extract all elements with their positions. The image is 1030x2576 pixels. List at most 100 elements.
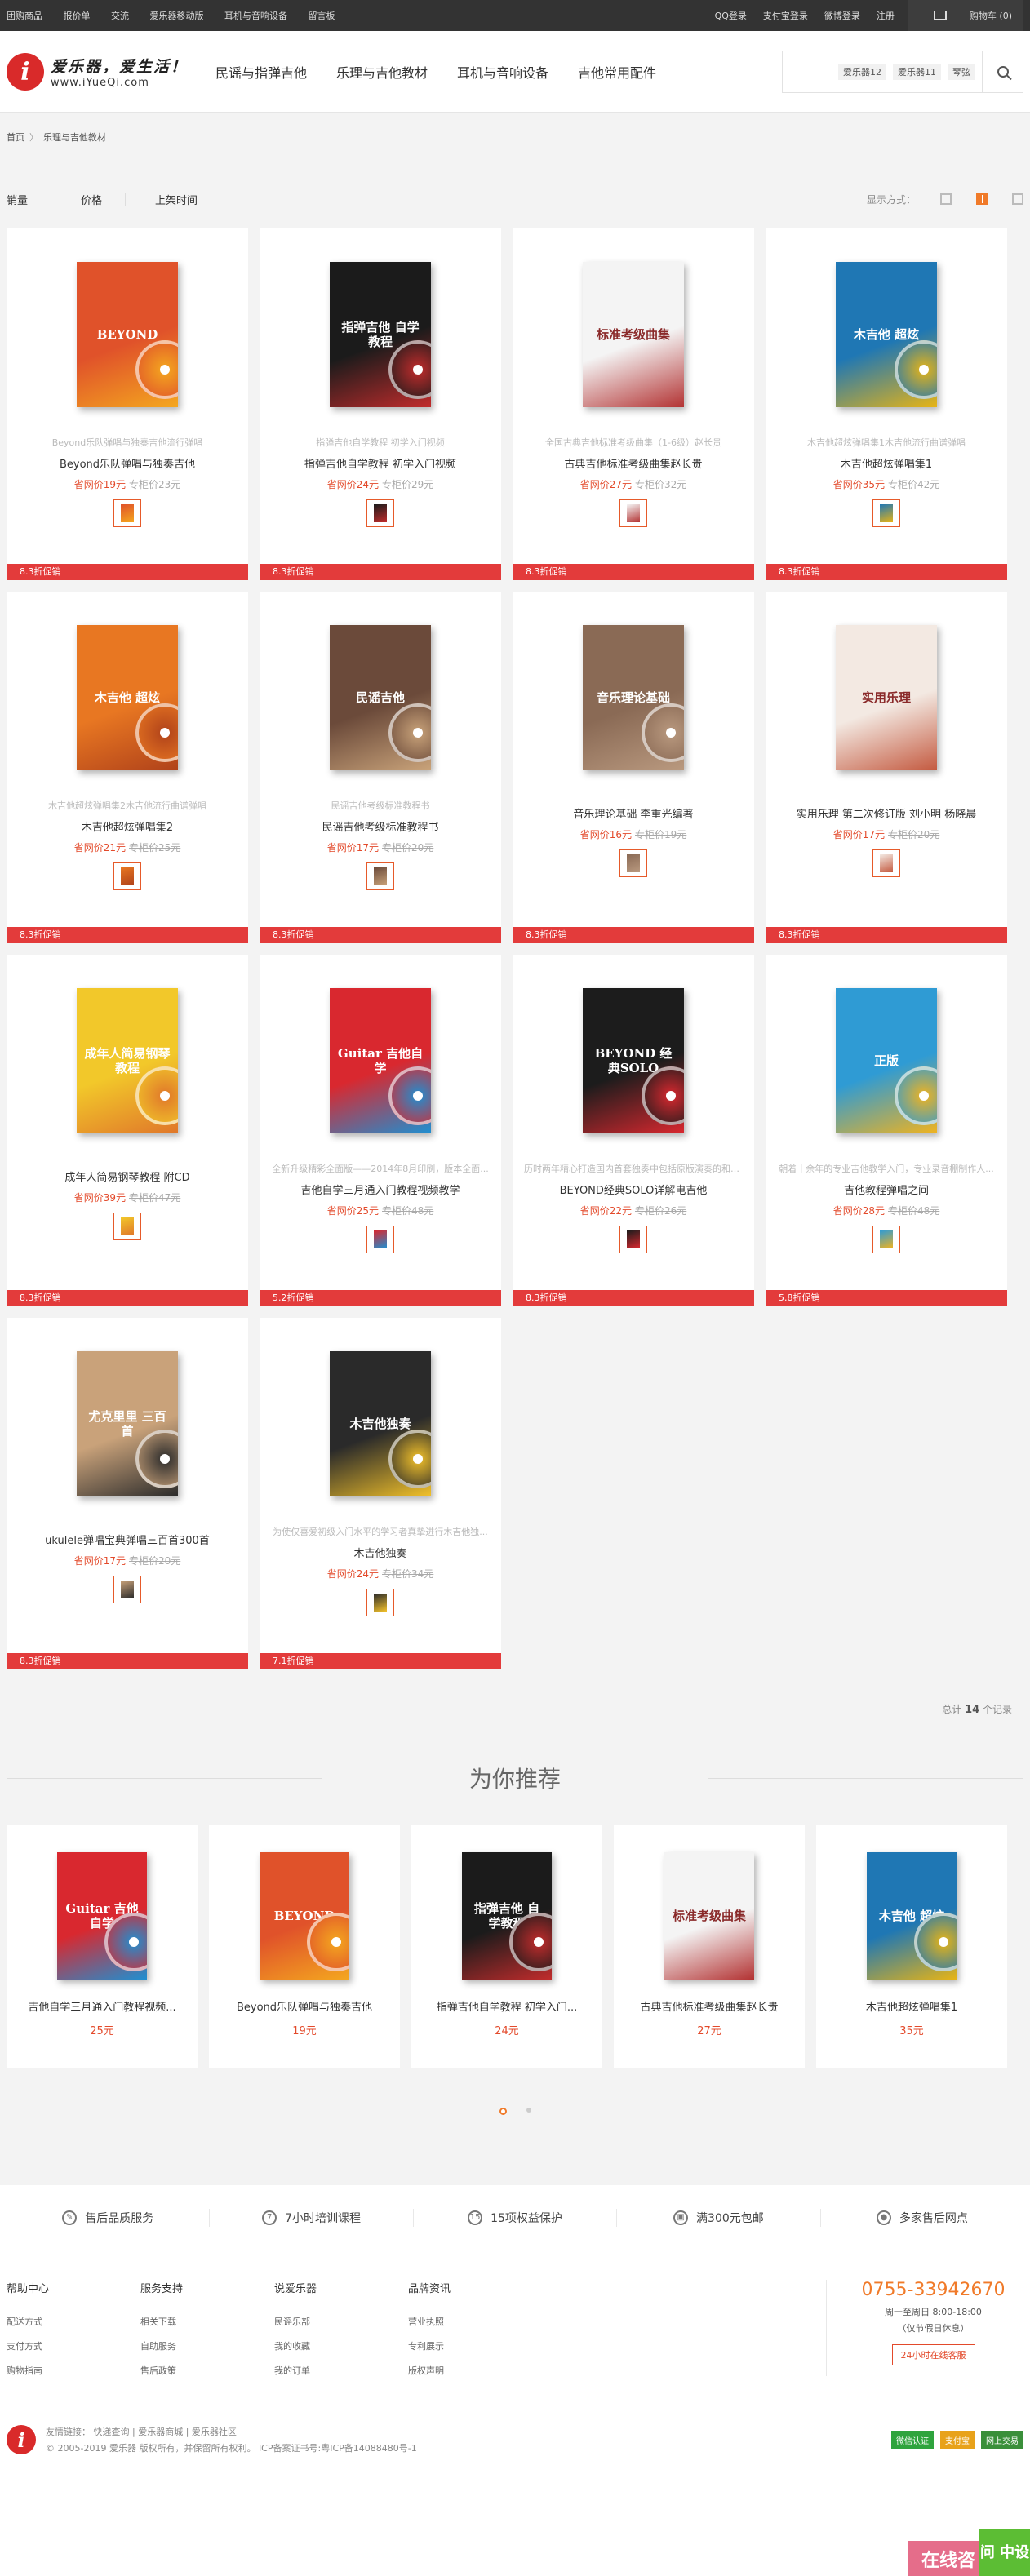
top-link[interactable]: 留言板 [309,11,335,21]
book-cover-image[interactable]: 音乐理论基础 [583,625,684,770]
product-title[interactable]: 成年人简易钢琴教程 附CD [7,1168,248,1184]
product-mini-thumb[interactable] [872,499,900,527]
footer-link[interactable]: 民谣乐部 [274,2315,408,2328]
recommend-thumbnail[interactable]: 木吉他 超炫 [816,1825,1007,1987]
book-cover-image[interactable]: 指弹吉他 自学教程 [330,262,431,407]
book-cover-image[interactable]: 木吉他 超炫 [867,1852,957,1980]
nav-item-accessories[interactable]: 吉他常用配件 [578,62,656,82]
recommend-title-text[interactable]: 古典吉他标准考级曲集赵长贵 [614,1998,805,2014]
trade-badge[interactable]: 网上交易 [981,2431,1023,2449]
sort-by-sales[interactable]: 销量 [7,192,28,207]
recommend-card[interactable]: BEYOND Beyond乐队弹唱与独奏吉他 19元 [209,1825,400,2068]
search-button[interactable] [982,51,1023,92]
product-title[interactable]: 木吉他超炫弹唱集2 [7,818,248,834]
cart-button[interactable]: 购物车 (0) [907,0,1023,31]
sort-by-price[interactable]: 价格 [81,192,102,207]
product-card[interactable]: 民谣吉他 民谣吉他考级标准教程书 民谣吉他考级标准教程书 省网价17元 专柜价20元 8.… [260,592,501,943]
search-box[interactable]: 爱乐器12 爱乐器11 琴弦 [782,51,1023,93]
text-view-icon[interactable] [1012,193,1023,205]
product-mini-thumb[interactable] [366,1589,394,1616]
product-card[interactable]: 实用乐理 实用乐理 第二次修订版 刘小明 杨晓晨 省网价17元 专柜价20元 8.3折促… [766,592,1007,943]
product-title[interactable]: BEYOND经典SOLO详解电吉他 [513,1182,754,1197]
search-tag[interactable]: 爱乐器11 [893,64,941,80]
site-logo[interactable]: i 爱乐器，爱生活！ www.iYueQi.com [7,53,215,91]
book-cover-image[interactable]: 尤克里里 三百首 [77,1351,178,1496]
product-card[interactable]: BEYOND 经典SOLO 历时两年精心打造国内首套独奏中包括原版演奏的和弦...… [513,955,754,1306]
breadcrumb-current[interactable]: 乐理与吉他教材 [43,131,106,144]
product-mini-thumb[interactable] [113,1213,141,1240]
product-title[interactable]: 吉他教程弹唱之间 [766,1182,1007,1197]
wechat-badge[interactable]: 微信认证 [891,2431,934,2449]
book-cover-image[interactable]: 木吉他 超炫 [836,262,937,407]
book-cover-image[interactable]: BEYOND [260,1852,349,1980]
footer-link[interactable]: 支付方式 [7,2339,140,2352]
nav-item-folk-guitar[interactable]: 民谣与指弹吉他 [215,62,307,82]
carousel-dot[interactable] [526,2108,531,2113]
product-mini-thumb[interactable] [872,849,900,877]
recommend-title-text[interactable]: 木吉他超炫弹唱集1 [816,1998,1007,2014]
product-mini-thumb[interactable] [366,862,394,890]
product-card[interactable]: 木吉他 超炫 木吉他超炫弹唱集2木吉他流行曲谱弹唱 木吉他超炫弹唱集2 省网价21元专… [7,592,248,943]
book-cover-image[interactable]: BEYOND [77,262,178,407]
product-mini-thumb[interactable] [619,849,647,877]
alipay-login-link[interactable]: 支付宝登录 [763,9,808,22]
product-thumbnail[interactable]: 木吉他独奏 [260,1318,501,1514]
book-cover-image[interactable]: 木吉他 超炫 [77,625,178,770]
sort-by-date[interactable]: 上架时间 [155,192,198,207]
book-cover-image[interactable]: 实用乐理 [836,625,937,770]
product-mini-thumb[interactable] [113,862,141,890]
product-title[interactable]: 古典吉他标准考级曲集赵长贵 [513,455,754,471]
nav-item-theory-books[interactable]: 乐理与吉他教材 [336,62,428,82]
top-link[interactable]: 爱乐器移动版 [150,11,204,21]
book-cover-image[interactable]: BEYOND 经典SOLO [583,988,684,1133]
product-card[interactable]: 音乐理论基础 音乐理论基础 李重光编著 省网价16元 专柜价19元 8.3折促销 [513,592,754,943]
recommend-title-text[interactable]: Beyond乐队弹唱与独奏吉他 [209,1998,400,2014]
product-card[interactable]: 标准考级曲集 全国古典吉他标准考级曲集（1-6级）赵长贵 古典吉他标准考级曲集赵长贵… [513,228,754,580]
product-thumbnail[interactable]: Guitar 吉他自学 [260,955,501,1151]
product-mini-thumb[interactable] [619,1226,647,1253]
top-link[interactable]: 交流 [111,11,129,21]
footer-link[interactable]: 购物指南 [7,2364,140,2377]
weibo-login-link[interactable]: 微博登录 [824,9,860,22]
book-cover-image[interactable]: Guitar 吉他自学 [57,1852,147,1980]
product-thumbnail[interactable]: 木吉他 超炫 [766,228,1007,424]
product-mini-thumb[interactable] [366,499,394,527]
book-cover-image[interactable]: 标准考级曲集 [664,1852,754,1980]
register-link[interactable]: 注册 [877,9,895,22]
product-mini-thumb[interactable] [872,1226,900,1253]
recommend-card[interactable]: Guitar 吉他自学 吉他自学三月通入门教程视频... 25元 [7,1825,198,2068]
online-service-button[interactable]: 24小时在线客服 [891,2344,975,2365]
product-title[interactable]: ukulele弹唱宝典弹唱三百首300首 [7,1532,248,1547]
search-tag[interactable]: 爱乐器12 [838,64,886,80]
product-title[interactable]: 音乐理论基础 李重光编著 [513,805,754,821]
product-card[interactable]: 尤克里里 三百首 ukulele弹唱宝典弹唱三百首300首 省网价17元 专柜价20元… [7,1318,248,1669]
top-link[interactable]: 报价单 [64,11,91,21]
qq-login-link[interactable]: QQ登录 [715,9,747,22]
product-mini-thumb[interactable] [113,499,141,527]
book-cover-image[interactable]: 成年人简易钢琴教程 [77,988,178,1133]
recommend-thumbnail[interactable]: BEYOND [209,1825,400,1987]
friend-links[interactable]: 友情链接： 快递查询 | 爱乐器商城 | 爱乐器社区 [46,2425,417,2438]
footer-link[interactable]: 配送方式 [7,2315,140,2328]
footer-link[interactable]: 相关下载 [140,2315,274,2328]
recommend-thumbnail[interactable]: Guitar 吉他自学 [7,1825,198,1987]
footer-link[interactable]: 营业执照 [408,2315,542,2328]
recommend-thumbnail[interactable]: 指弹吉他 自学教程 [411,1825,602,1987]
footer-link[interactable]: 专利展示 [408,2339,542,2352]
footer-link[interactable]: 版权声明 [408,2364,542,2377]
breadcrumb-home[interactable]: 首页 [7,131,24,144]
footer-link[interactable]: 我的订单 [274,2364,408,2377]
product-thumbnail[interactable]: 尤克里里 三百首 [7,1318,248,1514]
search-tag[interactable]: 琴弦 [948,64,975,80]
book-cover-image[interactable]: 指弹吉他 自学教程 [462,1852,552,1980]
top-link[interactable]: 团购商品 [7,11,42,21]
recommend-card[interactable]: 木吉他 超炫 木吉他超炫弹唱集1 35元 [816,1825,1007,2068]
book-cover-image[interactable]: 正版 [836,988,937,1133]
product-title[interactable]: 吉他自学三月通入门教程视频教学 [260,1182,501,1197]
footer-link[interactable]: 我的收藏 [274,2339,408,2352]
recommend-title-text[interactable]: 吉他自学三月通入门教程视频... [7,1998,198,2014]
qa-button[interactable]: 问 中设 [979,2529,1030,2576]
recommend-thumbnail[interactable]: 标准考级曲集 [614,1825,805,1987]
product-title[interactable]: 指弹吉他自学教程 初学入门视频 [260,455,501,471]
product-card[interactable]: 指弹吉他 自学教程 指弹吉他自学教程 初学入门视频 指弹吉他自学教程 初学入门视频省… [260,228,501,580]
